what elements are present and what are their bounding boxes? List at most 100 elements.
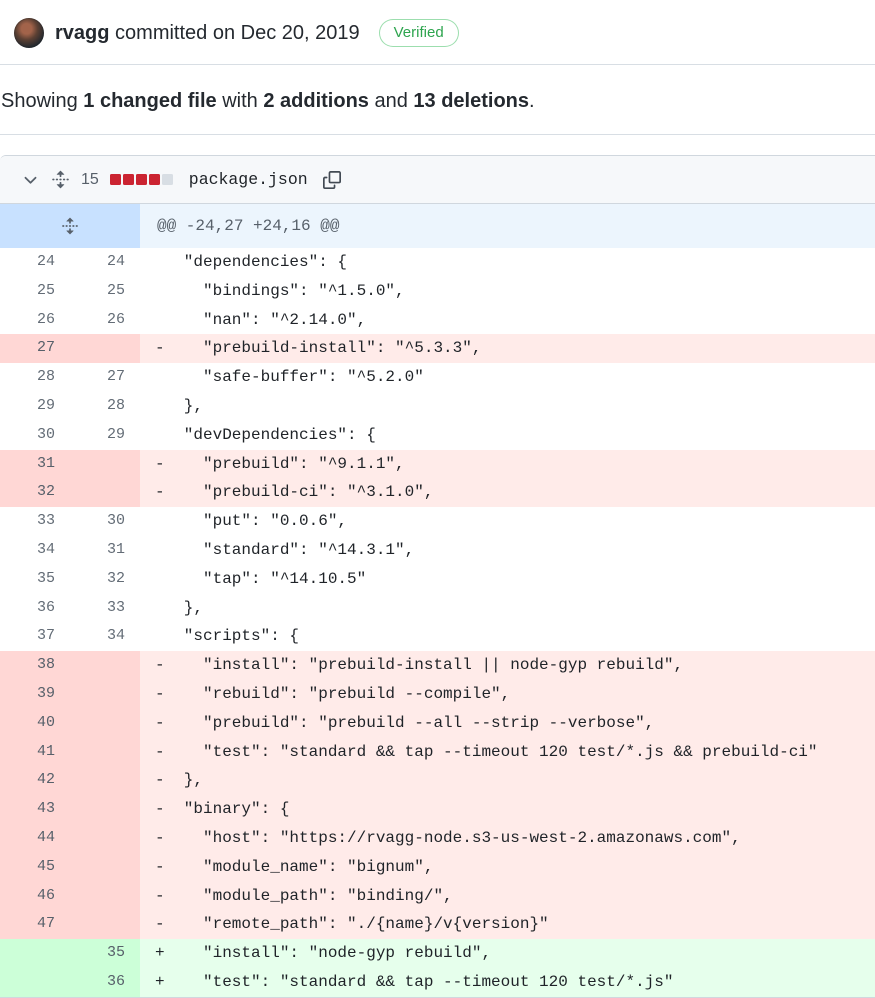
old-line-number[interactable]: 28 (0, 363, 70, 392)
code-text: "rebuild": "prebuild --compile", (165, 685, 511, 703)
diffstat-block-neutral (162, 174, 173, 185)
new-line-number[interactable]: 36 (70, 968, 140, 997)
new-line-number[interactable]: 35 (70, 939, 140, 968)
diffstat-block-deleted (149, 174, 160, 185)
old-line-number[interactable]: 36 (0, 594, 70, 623)
new-line-number[interactable]: 29 (70, 421, 140, 450)
old-line-number[interactable]: 33 (0, 507, 70, 536)
diff-line-row: 29 28 }, (0, 392, 875, 421)
diff-line-row: 46 - "module_path": "binding/", (0, 882, 875, 911)
code-line: - "install": "prebuild-install || node-g… (140, 651, 875, 680)
code-text: "put": "0.0.6", (165, 512, 347, 530)
new-line-number[interactable] (70, 478, 140, 507)
diff-table: @@ -24,27 +24,16 @@ 24 24 "dependencies"… (0, 204, 875, 997)
code-text: "bindings": "^1.5.0", (165, 282, 405, 300)
diff-line-row: 25 25 "bindings": "^1.5.0", (0, 277, 875, 306)
summary-period: . (529, 90, 535, 112)
old-line-number[interactable]: 39 (0, 680, 70, 709)
summary-with: with (217, 90, 264, 112)
diff-summary: Showing 1 changed file with 2 additions … (0, 65, 875, 135)
new-line-number[interactable]: 31 (70, 536, 140, 565)
old-line-number[interactable]: 46 (0, 882, 70, 911)
old-line-number[interactable]: 42 (0, 766, 70, 795)
diff-line-row: 30 29 "devDependencies": { (0, 421, 875, 450)
new-line-number[interactable]: 30 (70, 507, 140, 536)
code-text: "standard": "^14.3.1", (165, 541, 415, 559)
unfold-icon (61, 217, 79, 235)
new-line-number[interactable] (70, 709, 140, 738)
new-line-number[interactable]: 33 (70, 594, 140, 623)
diff-marker: - (155, 853, 165, 882)
file-name-link[interactable]: package.json (189, 170, 308, 189)
new-line-number[interactable] (70, 882, 140, 911)
new-line-number[interactable] (70, 824, 140, 853)
old-line-number[interactable]: 24 (0, 248, 70, 277)
code-text: }, (165, 599, 203, 617)
new-line-number[interactable]: 27 (70, 363, 140, 392)
old-line-number[interactable]: 41 (0, 738, 70, 767)
old-line-number[interactable]: 37 (0, 622, 70, 651)
code-line: }, (140, 392, 875, 421)
new-line-number[interactable] (70, 795, 140, 824)
collapse-file-button[interactable] (20, 169, 41, 190)
changed-files-count: 1 changed file (83, 90, 216, 112)
old-line-number[interactable]: 40 (0, 709, 70, 738)
old-line-number[interactable]: 29 (0, 392, 70, 421)
diff-marker: - (155, 738, 165, 767)
verified-badge[interactable]: Verified (379, 19, 459, 47)
new-line-number[interactable] (70, 853, 140, 882)
old-line-number[interactable]: 45 (0, 853, 70, 882)
diff-line-row: 45 - "module_name": "bignum", (0, 853, 875, 882)
code-line: "bindings": "^1.5.0", (140, 277, 875, 306)
new-line-number[interactable] (70, 334, 140, 363)
old-line-number[interactable] (0, 939, 70, 968)
code-text: "prebuild-install": "^5.3.3", (165, 339, 482, 357)
old-line-number[interactable]: 43 (0, 795, 70, 824)
old-line-number[interactable]: 34 (0, 536, 70, 565)
old-line-number[interactable]: 27 (0, 334, 70, 363)
code-line: "safe-buffer": "^5.2.0" (140, 363, 875, 392)
old-line-number[interactable]: 26 (0, 306, 70, 335)
diff-marker: - (155, 651, 165, 680)
new-line-number[interactable]: 25 (70, 277, 140, 306)
diff-line-row: 35 + "install": "node-gyp rebuild", (0, 939, 875, 968)
old-line-number[interactable]: 35 (0, 565, 70, 594)
code-line: "nan": "^2.14.0", (140, 306, 875, 335)
old-line-number[interactable]: 38 (0, 651, 70, 680)
new-line-number[interactable] (70, 450, 140, 479)
code-line: - "test": "standard && tap --timeout 120… (140, 738, 875, 767)
code-text: "prebuild": "prebuild --all --strip --ve… (165, 714, 655, 732)
new-line-number[interactable] (70, 766, 140, 795)
new-line-number[interactable] (70, 651, 140, 680)
new-line-number[interactable] (70, 680, 140, 709)
diff-line-row: 36 + "test": "standard && tap --timeout … (0, 968, 875, 997)
copy-file-path-button[interactable] (322, 170, 342, 190)
old-line-number[interactable]: 32 (0, 478, 70, 507)
new-line-number[interactable]: 26 (70, 306, 140, 335)
diff-line-row: 35 32 "tap": "^14.10.5" (0, 565, 875, 594)
author-link[interactable]: rvagg (55, 22, 109, 44)
code-line: "scripts": { (140, 622, 875, 651)
code-line: - "rebuild": "prebuild --compile", (140, 680, 875, 709)
diff-line-row: 40 - "prebuild": "prebuild --all --strip… (0, 709, 875, 738)
old-line-number[interactable]: 31 (0, 450, 70, 479)
avatar[interactable] (14, 18, 44, 48)
new-line-number[interactable]: 24 (70, 248, 140, 277)
new-line-number[interactable] (70, 738, 140, 767)
new-line-number[interactable]: 34 (70, 622, 140, 651)
unfold-icon (51, 170, 70, 189)
code-line: }, (140, 594, 875, 623)
code-text: }, (165, 397, 203, 415)
diff-marker: + (155, 968, 165, 997)
expand-hunk-button[interactable] (0, 204, 140, 248)
new-line-number[interactable]: 28 (70, 392, 140, 421)
diffstat-block-deleted (110, 174, 121, 185)
old-line-number[interactable] (0, 968, 70, 997)
old-line-number[interactable]: 47 (0, 910, 70, 939)
old-line-number[interactable]: 25 (0, 277, 70, 306)
expand-all-button[interactable] (50, 169, 71, 190)
old-line-number[interactable]: 44 (0, 824, 70, 853)
new-line-number[interactable]: 32 (70, 565, 140, 594)
new-line-number[interactable] (70, 910, 140, 939)
old-line-number[interactable]: 30 (0, 421, 70, 450)
